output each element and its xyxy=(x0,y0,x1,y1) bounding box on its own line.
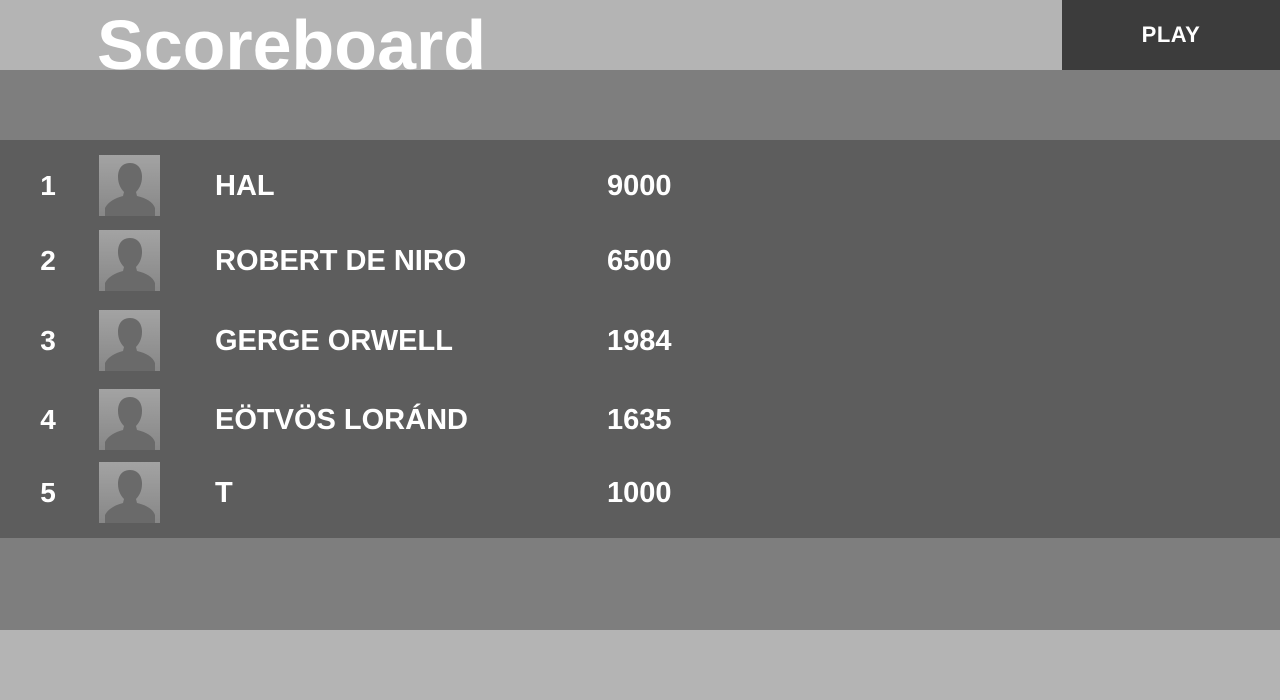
player-score: 1000 xyxy=(607,477,672,509)
avatar-icon xyxy=(99,230,160,291)
scoreboard-row: 2 ROBERT DE NIRO 6500 xyxy=(0,230,1280,292)
page-title: Scoreboard xyxy=(97,6,486,84)
scoreboard-row: 1 HAL 9000 xyxy=(0,155,1280,217)
rank-number: 2 xyxy=(40,245,56,276)
avatar-icon xyxy=(99,310,160,371)
player-score: 6500 xyxy=(607,245,672,277)
rank-number: 3 xyxy=(40,325,56,356)
player-name: EÖTVÖS LORÁND xyxy=(215,404,468,436)
rank-number: 4 xyxy=(40,404,56,435)
scoreboard-row: 3 GERGE ORWELL 1984 xyxy=(0,310,1280,372)
player-name: HAL xyxy=(215,170,275,202)
player-score: 9000 xyxy=(607,170,672,202)
avatar-icon xyxy=(99,462,160,523)
avatar-icon xyxy=(99,389,160,450)
avatar-icon xyxy=(99,155,160,216)
scoreboard-row: 4 EÖTVÖS LORÁND 1635 xyxy=(0,389,1280,451)
play-button[interactable]: PLAY xyxy=(1062,0,1280,70)
player-name: T xyxy=(215,477,233,509)
footer-bar xyxy=(0,630,1280,700)
rank-number: 5 xyxy=(40,477,56,508)
player-score: 1635 xyxy=(607,404,672,436)
player-name: GERGE ORWELL xyxy=(215,325,453,357)
player-name: ROBERT DE NIRO xyxy=(215,245,467,277)
scoreboard-row: 5 T 1000 xyxy=(0,462,1280,524)
rank-number: 1 xyxy=(40,170,56,201)
scoreboard-list: 1 HAL 9000 2 ROBERT DE NIRO 6500 3 GERGE… xyxy=(0,140,1280,538)
player-score: 1984 xyxy=(607,325,672,357)
lower-band xyxy=(0,538,1280,630)
